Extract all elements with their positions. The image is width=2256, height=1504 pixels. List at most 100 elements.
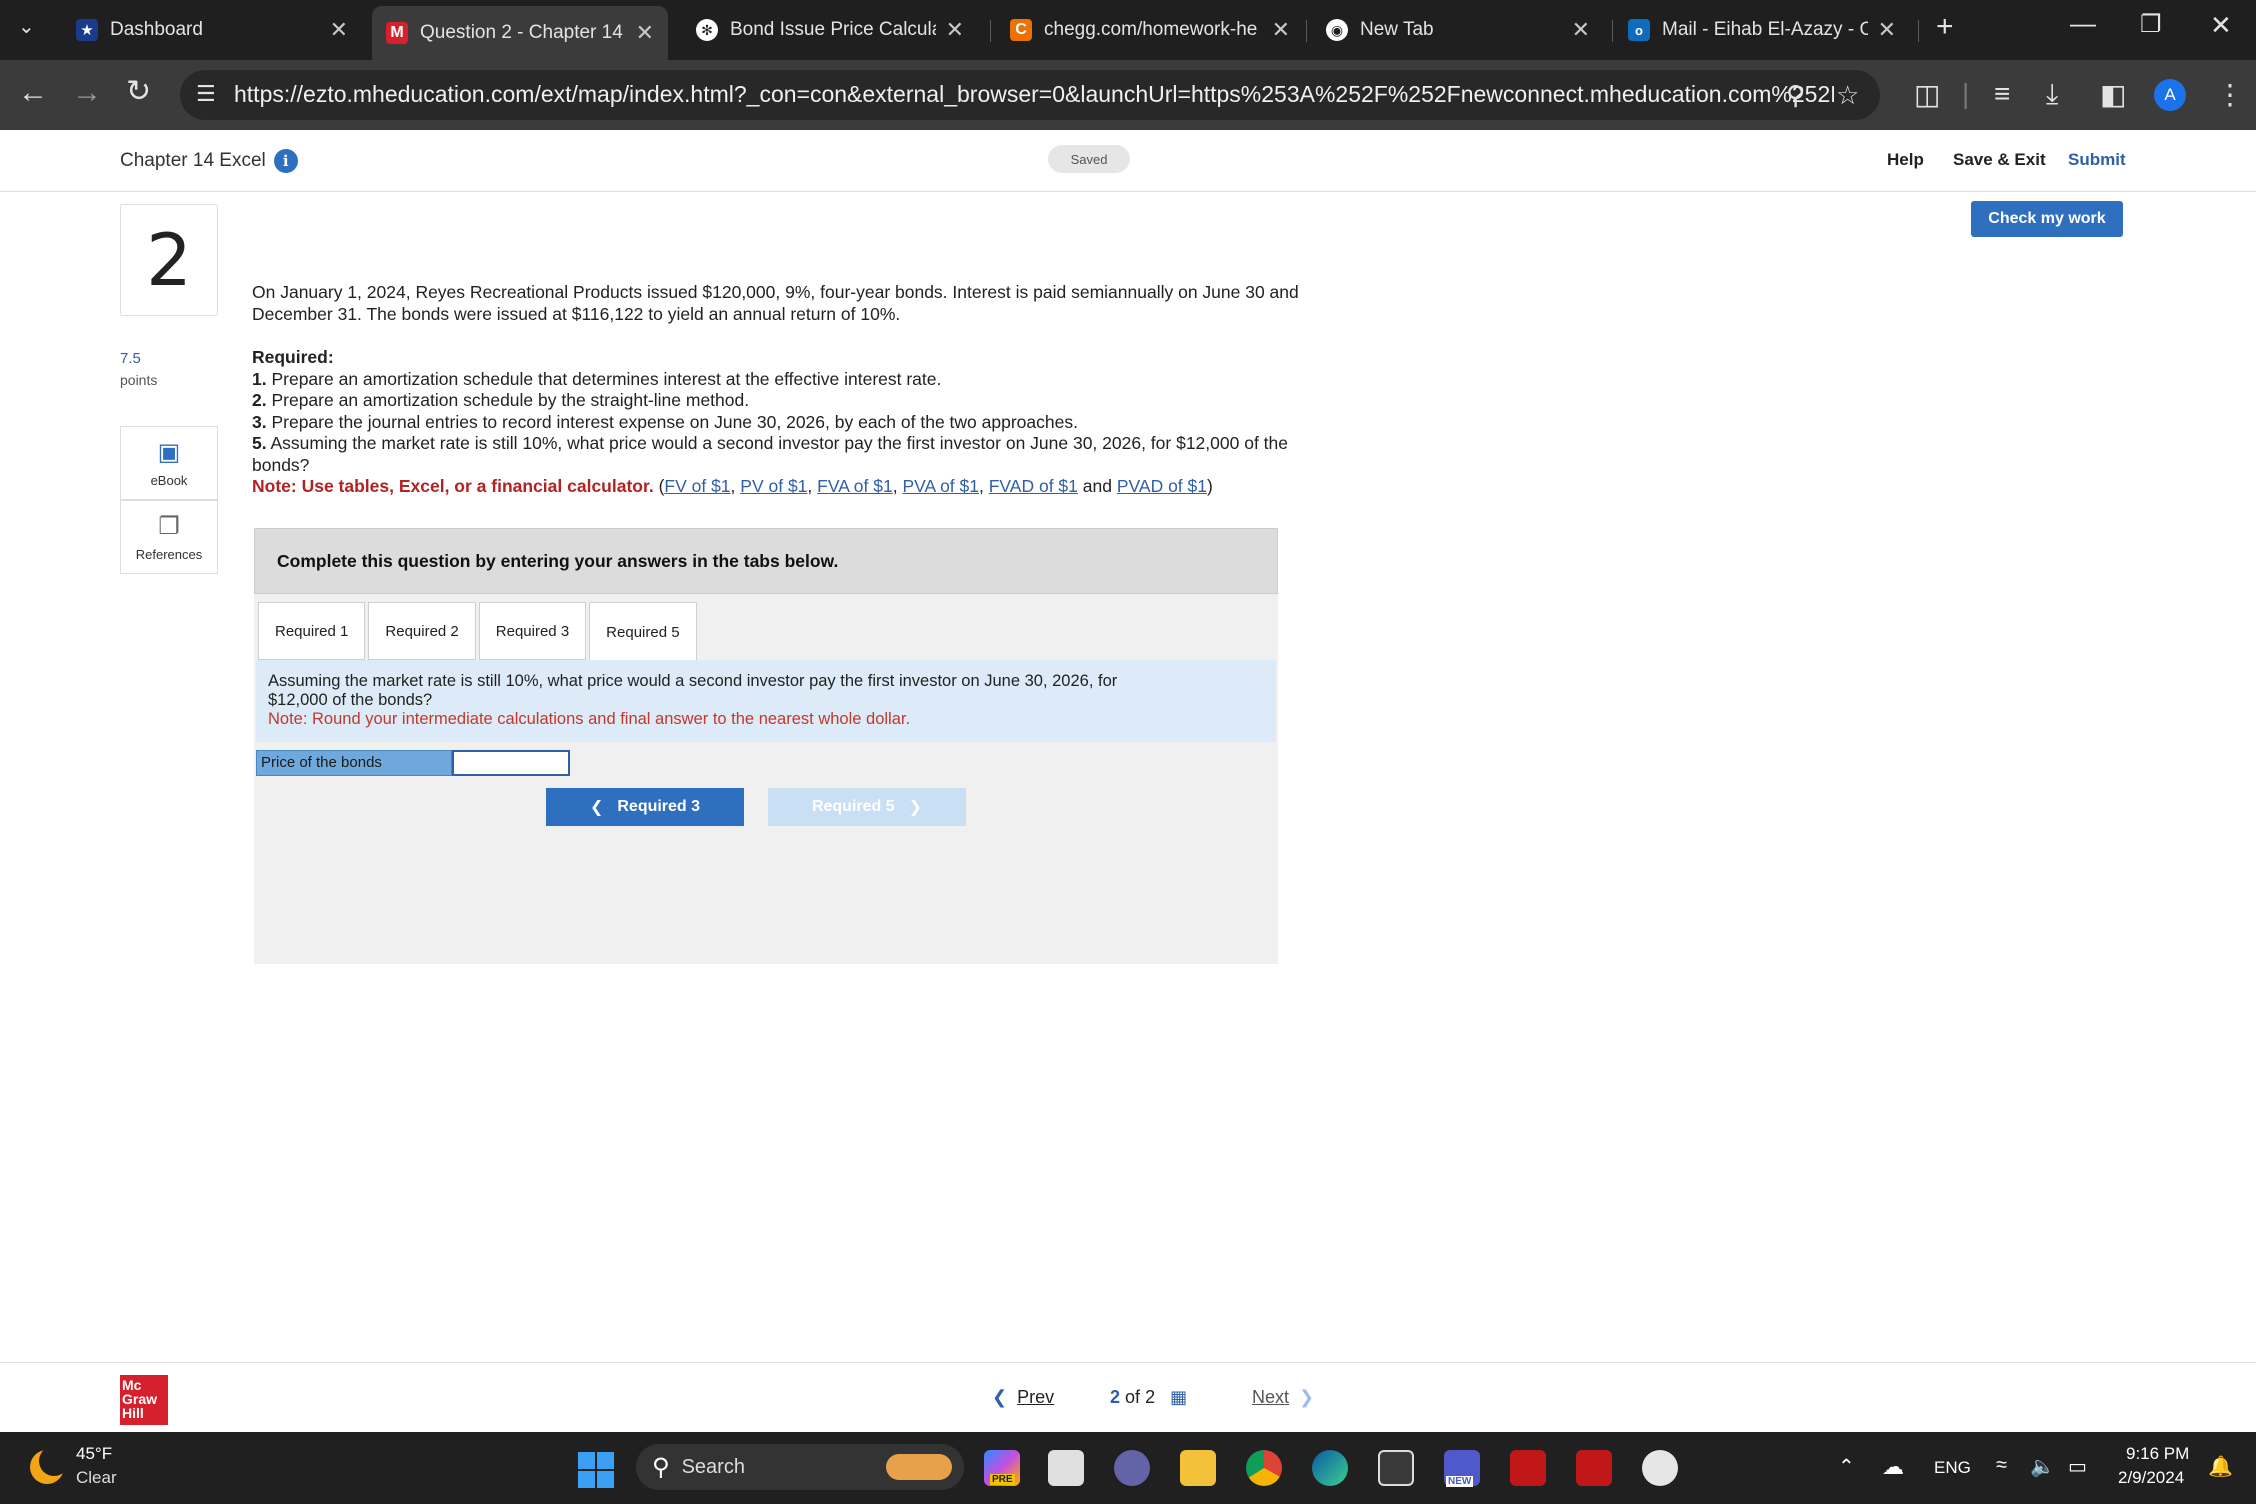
search-icon: ⚲: [652, 1453, 670, 1481]
next-required-label: Required 5: [811, 798, 895, 815]
price-of-bonds-input[interactable]: [452, 750, 570, 776]
forward-arrow-icon[interactable]: →: [72, 76, 102, 110]
info-icon[interactable]: i: [273, 149, 298, 173]
volume-icon[interactable]: 🔈: [2030, 1454, 2055, 1479]
tab-question-2[interactable]: M Question 2 - Chapter 14 E ✕: [372, 6, 668, 60]
fva-link[interactable]: FVA of $1: [817, 476, 893, 496]
file-explorer-icon[interactable]: [1180, 1450, 1216, 1486]
mcafee-icon[interactable]: [1510, 1450, 1546, 1486]
back-arrow-icon[interactable]: ←: [18, 76, 48, 110]
ebook-button[interactable]: ▣ eBook: [120, 426, 218, 500]
assignment-title-text: Chapter 14 Excel: [120, 150, 266, 171]
question-number: 2: [120, 204, 218, 316]
reading-list-icon[interactable]: ≡: [1994, 78, 2010, 110]
copy-documents-icon: ❐: [158, 513, 180, 540]
fvad-link[interactable]: FVAD of $1: [989, 476, 1078, 496]
notification-bell-icon[interactable]: 🔔: [2208, 1454, 2233, 1479]
tab-separator: [1612, 20, 1613, 42]
tab-mail[interactable]: o Mail - Eihab El-Azazy - Ou ✕: [1618, 8, 1908, 52]
required-item-5: 5. Assuming the market rate is still 10%…: [252, 433, 1382, 476]
tab-bond-calculator[interactable]: ✻ Bond Issue Price Calculati ✕: [680, 8, 976, 52]
onedrive-cloud-icon[interactable]: ☁: [1882, 1454, 1904, 1480]
teams-new-icon[interactable]: NEW: [1444, 1450, 1480, 1487]
copilot-icon[interactable]: PRE: [984, 1450, 1020, 1486]
new-badge: NEW: [1446, 1476, 1474, 1487]
tab-dashboard[interactable]: ★ Dashboard ✕: [60, 8, 360, 52]
chevron-left-icon: ❮: [992, 1387, 1008, 1407]
prev-question-link[interactable]: ❮ Prev: [992, 1387, 1054, 1408]
page-total: 2: [1145, 1387, 1156, 1407]
chrome-icon: ◉: [1326, 19, 1348, 41]
grid-view-icon[interactable]: ▦: [1170, 1387, 1187, 1407]
saved-status-badge: Saved: [1048, 145, 1130, 173]
windows-start-icon[interactable]: [578, 1452, 614, 1488]
next-question-link[interactable]: Next ❯: [1252, 1387, 1314, 1408]
logo-line: Mc: [122, 1377, 142, 1393]
browser-menu-icon[interactable]: ⋮: [2216, 78, 2244, 111]
close-icon[interactable]: ✕: [636, 20, 654, 46]
close-icon[interactable]: ✕: [1878, 17, 1896, 43]
mcafee-shield-icon[interactable]: [1576, 1450, 1612, 1486]
save-exit-link[interactable]: Save & Exit: [1953, 150, 2046, 170]
next-required-button[interactable]: Required 5 ❯: [768, 788, 966, 826]
tab-search-dropdown-icon[interactable]: ⌄: [18, 14, 35, 39]
close-icon[interactable]: ✕: [1572, 17, 1590, 43]
close-icon[interactable]: ✕: [330, 17, 348, 43]
page-indicator[interactable]: 2 of 2 ▦: [1110, 1387, 1187, 1408]
store-icon[interactable]: [1378, 1450, 1414, 1486]
clock-date[interactable]: 2/9/2024: [2118, 1468, 2184, 1488]
and-word: and: [1082, 476, 1112, 496]
side-panel-icon[interactable]: ◧: [2100, 78, 2126, 111]
minimize-icon[interactable]: —: [2070, 8, 2096, 39]
battery-icon[interactable]: ▭: [2068, 1454, 2087, 1479]
tab-required-1[interactable]: Required 1: [258, 602, 366, 660]
close-window-icon[interactable]: ✕: [2210, 10, 2232, 41]
site-settings-icon[interactable]: ☰: [196, 81, 216, 107]
reload-icon[interactable]: ↻: [126, 74, 151, 109]
profile-avatar[interactable]: A: [2154, 79, 2186, 111]
page-of: of: [1125, 1387, 1141, 1407]
teams-meet-icon[interactable]: [1114, 1450, 1150, 1486]
pizza-highlight-icon: [886, 1454, 952, 1480]
moon-weather-icon[interactable]: [30, 1446, 69, 1484]
table-links: (FV of $1, PV of $1, FVA of $1, PVA of $…: [658, 476, 1213, 496]
clock-time[interactable]: 9:16 PM: [2126, 1444, 2189, 1464]
extensions-icon[interactable]: ◫: [1914, 78, 1940, 111]
pva-link[interactable]: PVA of $1: [902, 476, 979, 496]
close-icon[interactable]: ✕: [946, 17, 964, 43]
taskbar-search[interactable]: ⚲ Search: [636, 1444, 964, 1490]
tab-chegg[interactable]: C chegg.com/homework-he ✕: [996, 8, 1302, 52]
prev-required-button[interactable]: ❮ Required 3: [546, 788, 744, 826]
weather-condition: Clear: [76, 1468, 117, 1487]
pvad-link[interactable]: PVAD of $1: [1117, 476, 1207, 496]
windows-taskbar: 45°F Clear ⚲ Search PRE NEW ⌃ ☁ ENG ≈ 🔈 …: [0, 1432, 2256, 1504]
tab-required-5[interactable]: Required 5: [589, 602, 697, 662]
outlook-icon: o: [1628, 19, 1650, 41]
vpn-globe-icon[interactable]: [1642, 1450, 1678, 1486]
fv-link[interactable]: FV of $1: [664, 476, 730, 496]
references-button[interactable]: ❐ References: [120, 500, 218, 574]
tab-required-3[interactable]: Required 3: [478, 602, 587, 660]
help-link[interactable]: Help: [1887, 150, 1924, 170]
address-bar[interactable]: ☰ https://ezto.mheducation.com/ext/map/i…: [180, 70, 1880, 120]
item-text: Assuming the market rate is still 10%, w…: [266, 433, 1289, 453]
pv-link[interactable]: PV of $1: [740, 476, 807, 496]
tab-new-tab[interactable]: ◉ New Tab ✕: [1312, 8, 1602, 52]
tray-chevron-icon[interactable]: ⌃: [1838, 1454, 1855, 1479]
bookmark-star-icon[interactable]: ☆: [1836, 80, 1859, 111]
language-indicator[interactable]: ENG: [1934, 1458, 1971, 1478]
edge-icon[interactable]: [1312, 1450, 1348, 1486]
wifi-icon[interactable]: ≈: [1996, 1454, 2007, 1477]
check-my-work-button[interactable]: Check my work: [1971, 201, 2123, 237]
submit-link[interactable]: Submit: [2068, 150, 2126, 170]
close-icon[interactable]: ✕: [1272, 17, 1290, 43]
task-view-icon[interactable]: [1048, 1450, 1084, 1486]
tab-required-2[interactable]: Required 2: [368, 602, 476, 660]
zoom-magnifier-icon[interactable]: ⚲: [1786, 80, 1805, 111]
tab-title: New Tab: [1360, 19, 1434, 40]
chrome-taskbar-icon[interactable]: [1246, 1450, 1282, 1486]
restore-icon[interactable]: ❐: [2140, 10, 2162, 39]
new-tab-plus-icon[interactable]: +: [1936, 10, 1954, 44]
download-icon[interactable]: ⤓: [2046, 78, 2058, 111]
intro-line-1: On January 1, 2024, Reyes Recreational P…: [252, 282, 1299, 302]
